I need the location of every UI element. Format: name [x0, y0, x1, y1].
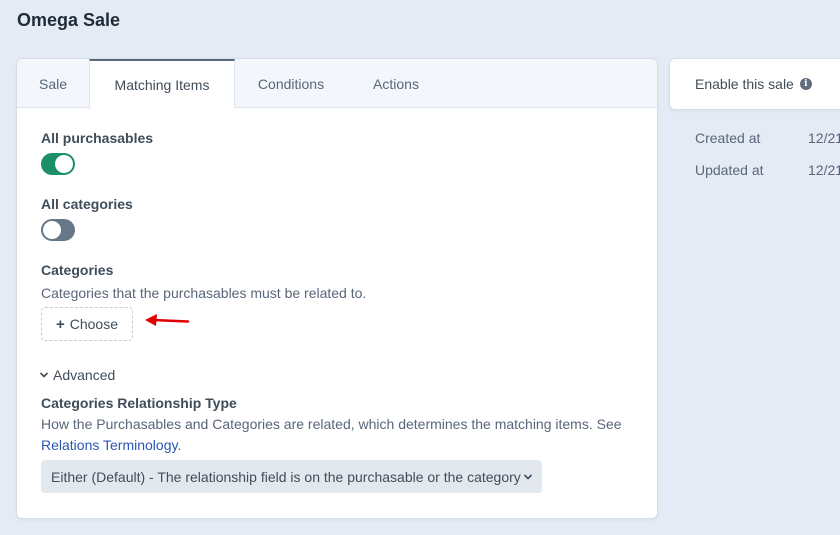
all-categories-label: All categories [41, 196, 133, 212]
page-title: Omega Sale [17, 10, 121, 30]
info-icon[interactable]: i [799, 78, 812, 90]
choose-label: Choose [69, 316, 119, 332]
toggle-knob [55, 155, 73, 173]
toggle-knob [43, 221, 61, 239]
tab-matching-items[interactable]: Matching Items [89, 59, 235, 109]
chevron-down-icon [39, 372, 49, 378]
categories-instructions: Categories that the purchasables must be… [41, 285, 367, 301]
relationship-instructions: How the Purchasables and Categories are … [41, 416, 622, 432]
chevron-down-icon [523, 474, 533, 480]
choose-categories-button[interactable]: + Choose [41, 307, 133, 341]
relationship-link-line: Relations Terminology. [41, 437, 181, 453]
advanced-toggle[interactable]: Advanced [39, 367, 115, 383]
created-at-label: Created at [695, 130, 761, 146]
created-at-value: 12/21 [808, 130, 840, 146]
link-suffix: . [177, 437, 182, 453]
tab-actions[interactable]: Actions [347, 59, 445, 108]
updated-at-label: Updated at [695, 162, 764, 178]
all-categories-toggle[interactable] [41, 219, 75, 241]
relationship-type-value: Either (Default) - The relationship fiel… [51, 468, 521, 485]
enable-sale-toggle-label[interactable]: Enable this sale i [695, 76, 812, 92]
tab-bar: Sale Matching Items Conditions Actions [17, 59, 657, 109]
updated-at-value: 12/21 [808, 162, 840, 178]
sale-edit-panel: Sale Matching Items Conditions Actions A… [17, 59, 657, 518]
categories-label: Categories [41, 262, 114, 278]
plus-icon: + [55, 315, 65, 333]
tab-sale[interactable]: Sale [17, 59, 89, 108]
relationship-type-select[interactable]: Either (Default) - The relationship fiel… [41, 460, 542, 493]
advanced-label: Advanced [53, 367, 116, 383]
all-purchasables-label: All purchasables [41, 130, 154, 146]
tab-conditions[interactable]: Conditions [235, 59, 347, 108]
relations-terminology-link[interactable]: Relations Terminology [41, 437, 177, 453]
all-purchasables-toggle[interactable] [41, 153, 75, 175]
enable-sale-text: Enable this sale [695, 76, 794, 92]
enable-sale-panel: Enable this sale i [670, 59, 840, 109]
annotation-arrow-icon [145, 314, 190, 326]
relationship-type-label: Categories Relationship Type [41, 395, 237, 411]
